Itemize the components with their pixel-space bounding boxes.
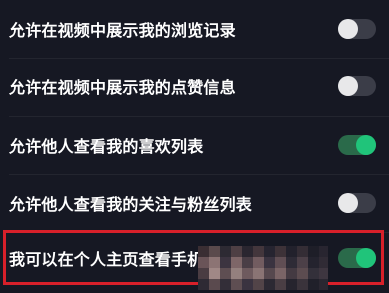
mosaic-tile [275, 279, 286, 290]
mosaic-tile [253, 268, 264, 279]
mosaic-tile [319, 279, 328, 290]
mosaic-tile [209, 257, 220, 268]
mosaic-tile [264, 257, 275, 268]
mosaic-tile [209, 268, 220, 279]
mosaic-tile [253, 246, 264, 257]
mosaic-tile [209, 279, 220, 290]
mosaic-tile [220, 279, 231, 290]
mosaic-tile [286, 268, 297, 279]
mosaic-tile [242, 279, 253, 290]
toggle-knob [338, 193, 358, 213]
mosaic-tile [220, 257, 231, 268]
setting-row-phone-album[interactable]: 我可以在个人主页查看手机相 [0, 229, 389, 287]
mosaic-tile [308, 279, 319, 290]
mosaic-tile [286, 246, 297, 257]
mosaic-tile [231, 257, 242, 268]
toggle-knob [338, 76, 358, 96]
mosaic-tile [231, 246, 242, 257]
mosaic-tile [253, 257, 264, 268]
setting-label: 允许他人查看我的关注与粉丝列表 [9, 195, 253, 214]
toggle-switch-browse-history[interactable] [338, 19, 376, 39]
setting-label: 我可以在个人主页查看手机相 [9, 250, 220, 269]
mosaic-tile [242, 268, 253, 279]
mosaic-tile [264, 246, 275, 257]
mosaic-tile [308, 257, 319, 268]
mosaic-tile [242, 246, 253, 257]
pixelation-overlay [198, 246, 328, 293]
mosaic-tile [209, 246, 220, 257]
mosaic-tile [319, 268, 328, 279]
mosaic-tile [253, 279, 264, 290]
setting-row-following-followers[interactable]: 允许他人查看我的关注与粉丝列表 [0, 174, 389, 232]
privacy-settings-screen: 允许在视频中展示我的浏览记录 允许在视频中展示我的点赞信息 允许他人查看我的喜欢… [0, 0, 389, 293]
mosaic-tile [308, 246, 319, 257]
mosaic-tile [297, 279, 308, 290]
mosaic-tile [220, 246, 231, 257]
mosaic-tile [286, 257, 297, 268]
mosaic-tile [297, 268, 308, 279]
toggle-knob [338, 19, 358, 39]
setting-label: 允许在视频中展示我的浏览记录 [9, 21, 236, 40]
mosaic-tile [198, 246, 209, 257]
setting-row-favorites-list[interactable]: 允许他人查看我的喜欢列表 [0, 116, 389, 174]
toggle-switch-phone-album[interactable] [338, 248, 376, 268]
mosaic-tile [275, 257, 286, 268]
setting-row-like-info[interactable]: 允许在视频中展示我的点赞信息 [0, 57, 389, 115]
mosaic-tile [286, 279, 297, 290]
mosaic-tile [319, 257, 328, 268]
mosaic-tile [231, 279, 242, 290]
mosaic-tile [231, 268, 242, 279]
toggle-knob [356, 248, 376, 268]
mosaic-tile [308, 268, 319, 279]
mosaic-tile [220, 268, 231, 279]
mosaic-tile [275, 246, 286, 257]
toggle-switch-favorites-list[interactable] [338, 135, 376, 155]
toggle-knob [356, 135, 376, 155]
mosaic-tile [275, 268, 286, 279]
toggle-switch-following-followers[interactable] [338, 193, 376, 213]
toggle-switch-like-info[interactable] [338, 76, 376, 96]
mosaic-tile [198, 257, 209, 268]
setting-label: 允许在视频中展示我的点赞信息 [9, 78, 236, 97]
mosaic-tile [198, 268, 209, 279]
setting-label: 允许他人查看我的喜欢列表 [9, 137, 204, 156]
mosaic-tile [297, 257, 308, 268]
mosaic-tile [264, 279, 275, 290]
mosaic-tile [264, 268, 275, 279]
mosaic-tile [319, 246, 328, 257]
mosaic-tile [297, 246, 308, 257]
setting-row-browse-history[interactable]: 允许在视频中展示我的浏览记录 [0, 0, 389, 58]
mosaic-tile [198, 279, 209, 290]
mosaic-tile [242, 257, 253, 268]
